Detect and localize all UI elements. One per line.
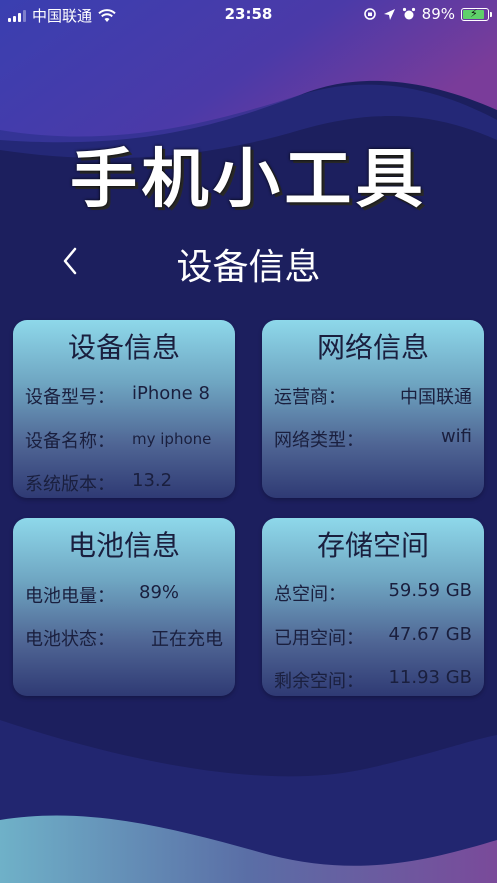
network-type-row: 网络类型： wifi [274,426,472,451]
device-name-row: 设备名称： my iphone [25,427,223,452]
row-label: 设备型号： [25,387,115,408]
alarm-icon [402,7,415,20]
orientation-lock-icon [363,8,376,20]
battery-status-row: 电池状态： 正在充电 [25,625,223,650]
row-value: my iphone [132,430,212,448]
carrier-row: 运营商： 中国联通 [274,383,472,408]
row-label: 设备名称： [25,431,115,452]
row-value: 47.67 GB [388,624,472,645]
used-space-row: 已用空间： 47.67 GB [274,624,472,649]
card-title: 电池信息 [67,529,180,562]
device-info-card: 设备信息 设备型号： iPhone 8 设备名称： my iphone 系统版本… [13,320,235,498]
status-bar: 中国联通 23:58 89% ⚡ [0,0,497,28]
status-bar-right: 89% ⚡ [363,5,492,23]
row-value: 11.93 GB [388,667,472,688]
charging-bolt-icon: ⚡ [470,6,478,20]
row-value: 中国联通 [400,387,472,408]
battery-info-card: 电池信息 电池电量： 89% 电池状态： 正在充电 [13,518,235,696]
card-title: 存储空间 [316,529,429,562]
chevron-left-icon [63,247,77,275]
card-title: 设备信息 [67,331,180,364]
row-value: 89% [139,582,180,603]
battery-level-row: 电池电量： 89% [25,582,223,607]
system-version-row: 系统版本： 13.2 [25,470,223,495]
free-space-row: 剩余空间： 11.93 GB [274,667,472,692]
battery-percent: 89% [421,5,455,23]
storage-info-card: 存储空间 总空间： 59.59 GB 已用空间： 47.67 GB 剩余空间： … [262,518,484,696]
device-model-row: 设备型号： iPhone 8 [25,383,223,408]
row-label: 剩余空间： [274,671,364,692]
row-value: wifi [440,426,472,447]
row-value: 正在充电 [151,629,223,650]
network-info-card: 网络信息 运营商： 中国联通 网络类型： wifi [262,320,484,498]
row-label: 电池状态： [25,629,115,650]
row-label: 运营商： [274,387,346,408]
row-label: 网络类型： [274,430,364,451]
location-icon [383,8,395,20]
row-value: 59.59 GB [388,580,472,601]
row-label: 电池电量： [25,586,115,607]
card-title: 网络信息 [316,331,429,364]
row-value: 13.2 [132,470,173,491]
app-title: 手机小工具 [70,143,428,217]
battery-icon: ⚡ [461,6,492,21]
row-label: 总空间： [274,584,346,605]
row-label: 已用空间： [274,628,364,649]
back-button[interactable] [52,238,88,284]
row-label: 系统版本： [25,474,115,495]
row-value: iPhone 8 [132,383,210,404]
total-space-row: 总空间： 59.59 GB [274,580,472,605]
